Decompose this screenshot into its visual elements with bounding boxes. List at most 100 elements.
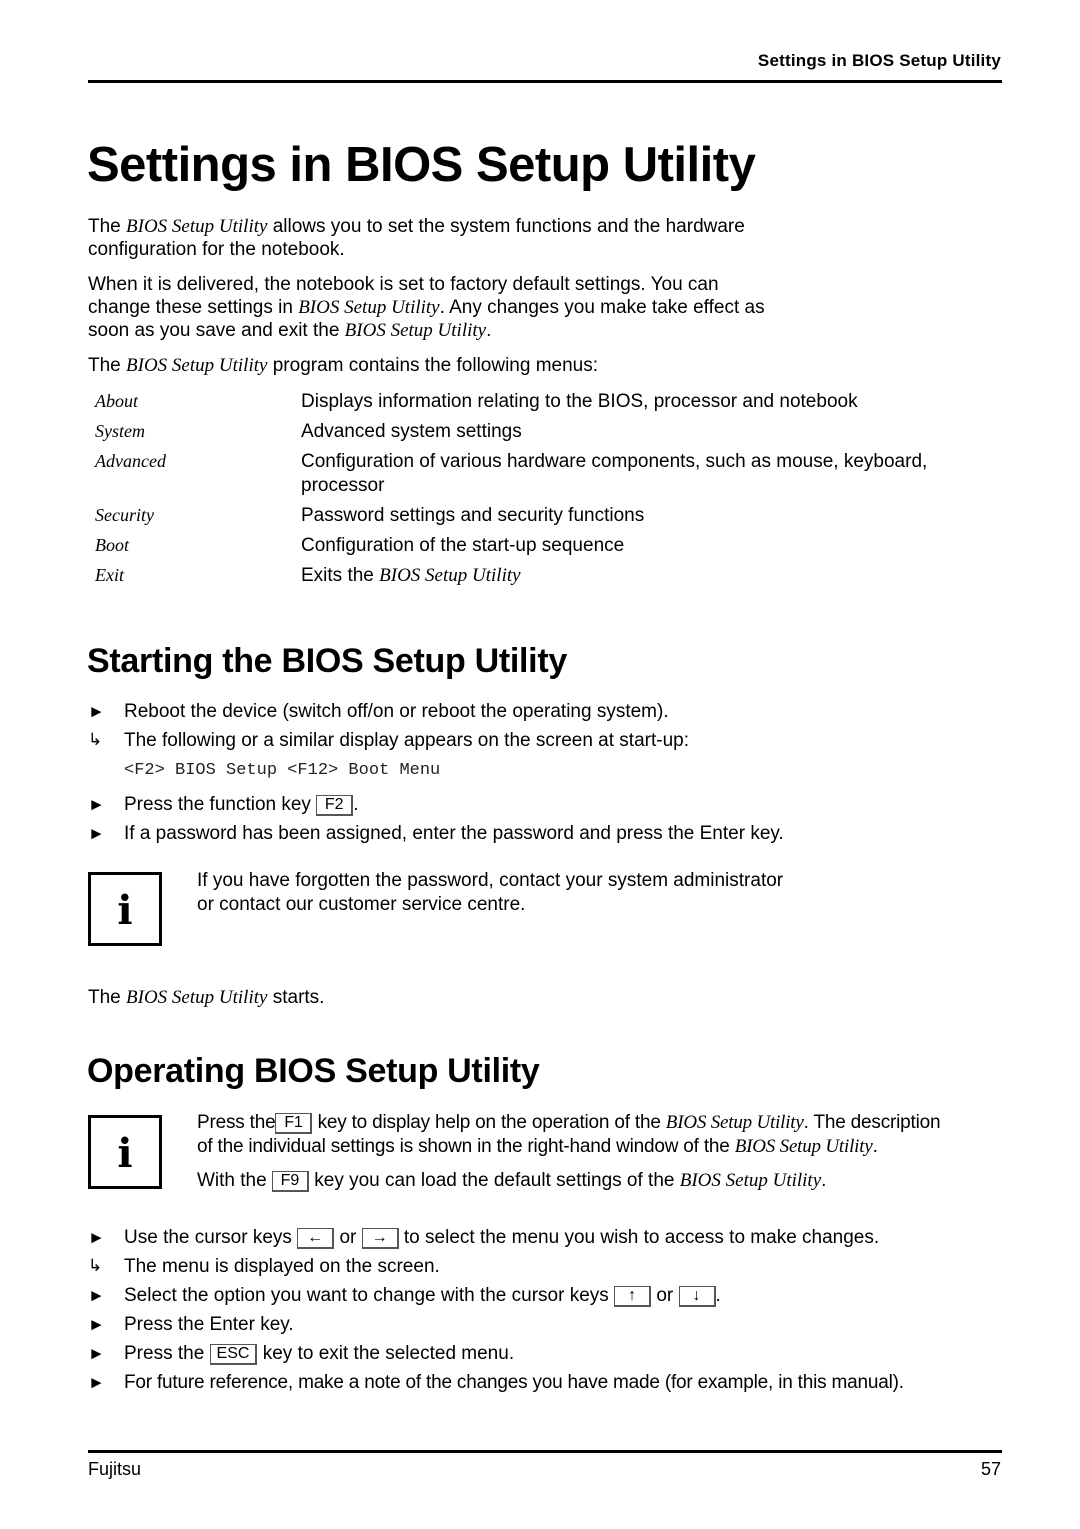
key-arrow-right: → (361, 1228, 399, 1249)
text: program contains the following menus: (267, 355, 599, 376)
page-title: Settings in BIOS Setup Utility (87, 138, 756, 192)
text: The (88, 355, 127, 376)
emphasis: BIOS Setup Utility (126, 987, 268, 1008)
text: allows you to set the system functions a… (267, 216, 745, 237)
bullet-icon: ► (88, 1228, 105, 1247)
text: Press the (124, 1343, 210, 1364)
menu-desc-system: Advanced system settings (301, 421, 522, 442)
step-password: If a password has been assigned, enter t… (124, 823, 784, 844)
running-header: Settings in BIOS Setup Utility (757, 51, 1001, 70)
emphasis: BIOS Setup Utility (298, 297, 440, 318)
text: With the (197, 1170, 272, 1191)
menu-name-boot: Boot (95, 535, 129, 555)
intro-paragraph-1: The BIOS Setup Utility allows you to set… (88, 215, 888, 261)
result-menu-displayed: The menu is displayed on the screen. (124, 1256, 440, 1277)
note-help: Press the F1 key to display help on the o… (197, 1111, 1007, 1159)
info-icon: i (88, 872, 162, 946)
text: . (486, 320, 492, 341)
text: processor (301, 475, 385, 496)
text: or (651, 1285, 679, 1306)
emphasis: BIOS Setup Utility (126, 355, 268, 376)
screen-output: <F2> BIOS Setup <F12> Boot Menu (124, 761, 441, 780)
menu-desc-about: Displays information relating to the BIO… (301, 391, 858, 412)
text: configuration for the notebook. (88, 239, 345, 260)
text: or contact our customer service centre. (197, 894, 526, 915)
text: . The description (803, 1112, 941, 1133)
emphasis: BIOS Setup Utility (344, 320, 487, 341)
menu-name-exit: Exit (95, 565, 124, 585)
menu-name-advanced: Advanced (95, 451, 166, 471)
bullet-icon: ► (88, 795, 105, 814)
emphasis: BIOS Setup Utility (734, 1136, 873, 1157)
text: The (88, 216, 127, 237)
menu-name-about: About (95, 391, 138, 411)
text: When it is delivered, the notebook is se… (88, 274, 719, 295)
text: to select the menu you wish to access to… (398, 1227, 880, 1248)
text: . (872, 1136, 878, 1157)
footer-brand: Fujitsu (88, 1459, 142, 1479)
key-arrow-left: ← (297, 1228, 335, 1249)
bullet-icon: ► (88, 1286, 105, 1305)
setup-starts: The BIOS Setup Utility starts. (88, 986, 888, 1009)
text: key you can load the default settings of… (308, 1170, 680, 1191)
step-reboot: Reboot the device (switch off/on or rebo… (124, 701, 669, 722)
text: change these settings in (88, 297, 299, 318)
emphasis: BIOS Setup Utility (379, 565, 521, 586)
emphasis: BIOS Setup Utility (665, 1112, 804, 1133)
step-press-esc: Press the ESC key to exit the selected m… (124, 1343, 514, 1365)
menu-desc-advanced: Configuration of various hardware compon… (301, 450, 1001, 498)
text: . (821, 1170, 827, 1191)
key-f1: F1 (275, 1113, 313, 1134)
menu-name-system: System (95, 421, 145, 441)
menu-desc-boot: Configuration of the start-up sequence (301, 535, 625, 556)
section-title-starting: Starting the BIOS Setup Utility (87, 642, 567, 680)
text: If you have forgotten the password, cont… (197, 870, 784, 891)
info-glyph: i (117, 887, 133, 934)
step-make-note: For future reference, make a note of the… (124, 1372, 904, 1393)
key-arrow-up: ↑ (614, 1286, 652, 1307)
text: . (715, 1285, 721, 1306)
text: Exits the (301, 565, 380, 586)
text: starts. (267, 987, 325, 1008)
section-title-operating: Operating BIOS Setup Utility (87, 1052, 540, 1090)
emphasis: BIOS Setup Utility (679, 1170, 822, 1191)
text: key to exit the selected menu. (257, 1343, 515, 1364)
key-esc: ESC (209, 1344, 258, 1365)
emphasis: BIOS Setup Utility (126, 216, 268, 237)
result-display: The following or a similar display appea… (124, 730, 689, 751)
text: Use the cursor keys (124, 1227, 298, 1248)
header-rule (88, 80, 1002, 83)
key-f9: F9 (271, 1171, 309, 1192)
text: key to display help on the operation of … (317, 1112, 666, 1133)
menu-desc-security: Password settings and security functions (301, 505, 645, 526)
intro-paragraph-3: The BIOS Setup Utility program contains … (88, 354, 888, 377)
bullet-icon: ► (88, 824, 105, 843)
step-cursor-left-right: Use the cursor keys ← or → to select the… (124, 1227, 879, 1249)
note-defaults: With the F9 key you can load the default… (197, 1169, 1007, 1193)
key-f2: F2 (316, 795, 354, 816)
bullet-icon: ► (88, 1344, 105, 1363)
key-arrow-down: ↓ (678, 1286, 716, 1307)
text: Press the (197, 1112, 276, 1133)
bullet-icon: ► (88, 1373, 105, 1392)
text: soon as you save and exit the (88, 320, 345, 341)
text: Configuration of various hardware compon… (301, 451, 928, 472)
note-password: If you have forgotten the password, cont… (197, 869, 1007, 917)
text: . Any changes you make take effect as (439, 297, 765, 318)
info-glyph: i (117, 1130, 133, 1177)
step-press-enter: Press the Enter key. (124, 1314, 294, 1335)
text: of the individual settings is shown in t… (197, 1136, 735, 1157)
step-cursor-up-down: Select the option you want to change wit… (124, 1285, 721, 1307)
intro-paragraph-2: When it is delivered, the notebook is se… (88, 273, 888, 342)
menu-name-security: Security (95, 505, 154, 525)
text: Select the option you want to change wit… (124, 1285, 615, 1306)
menu-desc-exit: Exits the BIOS Setup Utility (301, 564, 1001, 588)
footer-rule (88, 1450, 1002, 1453)
text: . (353, 794, 359, 815)
info-icon: i (88, 1115, 162, 1189)
bullet-icon: ► (88, 702, 105, 721)
result-arrow-icon: ↳ (88, 730, 103, 749)
page-number: 57 (980, 1459, 1001, 1479)
bullet-icon: ► (88, 1315, 105, 1334)
text: or (334, 1227, 362, 1248)
